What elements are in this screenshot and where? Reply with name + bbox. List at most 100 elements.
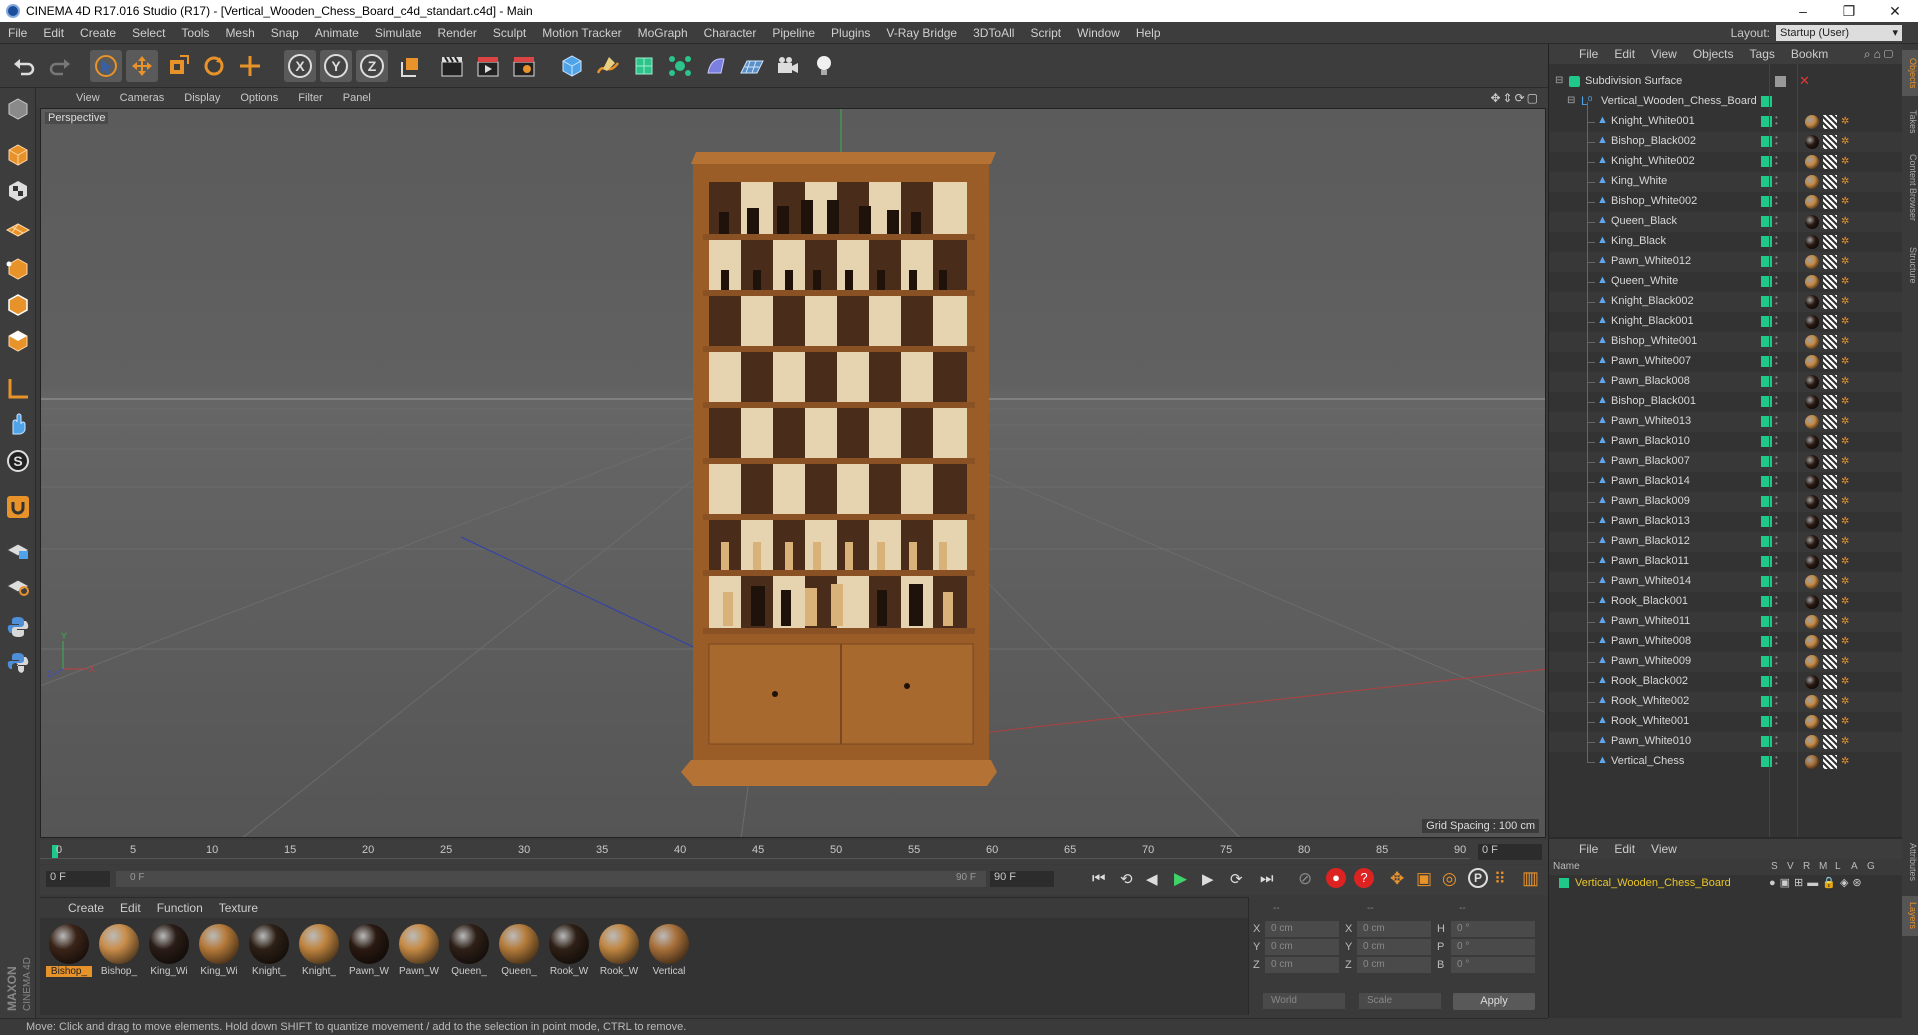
phong-tag-icon[interactable]: ✲ bbox=[1841, 316, 1853, 328]
axis-mode-button[interactable] bbox=[3, 374, 33, 404]
uv-tag-icon[interactable] bbox=[1823, 155, 1837, 169]
phong-tag-icon[interactable]: ✲ bbox=[1841, 216, 1853, 228]
object-row[interactable]: ▲ Queen_White • • ✲ bbox=[1549, 262, 1903, 292]
enabled-check-icon[interactable] bbox=[1761, 576, 1772, 587]
lock-x-axis-button[interactable]: X bbox=[284, 50, 316, 82]
enabled-check-icon[interactable] bbox=[1761, 156, 1772, 167]
menu-motion-tracker[interactable]: Motion Tracker bbox=[534, 26, 629, 40]
add-camera-button[interactable] bbox=[772, 50, 804, 82]
phong-tag-icon[interactable]: ✲ bbox=[1841, 736, 1853, 748]
add-floor-button[interactable] bbox=[736, 50, 768, 82]
enabled-check-icon[interactable] bbox=[1761, 476, 1772, 487]
object-row[interactable]: ▲ Vertical_Chess • • ✲ bbox=[1549, 742, 1903, 772]
record-button[interactable]: ● bbox=[1326, 868, 1346, 888]
menu-animate[interactable]: Animate bbox=[307, 26, 367, 40]
material-swatch[interactable]: Vertical bbox=[646, 924, 692, 977]
object-row[interactable]: ▲ Pawn_White009 • • ✲ bbox=[1549, 642, 1903, 672]
material-tag-icon[interactable] bbox=[1805, 235, 1819, 249]
tab-layers[interactable]: Layers bbox=[1902, 896, 1918, 936]
menu-select[interactable]: Select bbox=[124, 26, 173, 40]
add-nurbs-button[interactable] bbox=[628, 50, 660, 82]
enabled-check-icon[interactable] bbox=[1761, 516, 1772, 527]
material-tag-icon[interactable] bbox=[1805, 435, 1819, 449]
enabled-check-icon[interactable] bbox=[1761, 316, 1772, 327]
render-to-picture-viewer-button[interactable] bbox=[472, 50, 504, 82]
uv-tag-icon[interactable] bbox=[1823, 135, 1837, 149]
material-swatch[interactable]: Bishop_ bbox=[46, 924, 92, 977]
visibility-dots-icon[interactable]: • • bbox=[1775, 274, 1778, 288]
model-mode-button[interactable] bbox=[3, 140, 33, 170]
material-tag-icon[interactable] bbox=[1805, 315, 1819, 329]
menu-snap[interactable]: Snap bbox=[263, 26, 307, 40]
layer-color-chip[interactable] bbox=[1559, 878, 1569, 888]
add-spline-button[interactable] bbox=[592, 50, 624, 82]
disabled-x-icon[interactable]: ✕ bbox=[1799, 73, 1810, 89]
viewport-menu-filter[interactable]: Filter bbox=[288, 92, 332, 104]
uv-tag-icon[interactable] bbox=[1823, 435, 1837, 449]
menu-simulate[interactable]: Simulate bbox=[367, 26, 430, 40]
lock-z-axis-button[interactable]: Z bbox=[356, 50, 388, 82]
material-tag-icon[interactable] bbox=[1805, 675, 1819, 689]
go-to-start-button[interactable]: ⏮ bbox=[1092, 870, 1106, 887]
material-tag-icon[interactable] bbox=[1805, 295, 1819, 309]
phong-tag-icon[interactable]: ✲ bbox=[1841, 196, 1853, 208]
coordinate-mode-dropdown[interactable]: World bbox=[1263, 993, 1345, 1009]
autokey-button[interactable]: ? bbox=[1354, 868, 1374, 888]
collapse-icon[interactable]: ⊟ bbox=[1567, 95, 1575, 106]
enabled-check-icon[interactable] bbox=[1761, 656, 1772, 667]
chess-bookcase-model[interactable] bbox=[681, 144, 1001, 804]
menu-3dtoall[interactable]: 3DToAll bbox=[965, 26, 1022, 40]
menu-window[interactable]: Window bbox=[1069, 26, 1128, 40]
phong-tag-icon[interactable]: ✲ bbox=[1841, 436, 1853, 448]
phong-tag-icon[interactable]: ✲ bbox=[1841, 136, 1853, 148]
uv-tag-icon[interactable] bbox=[1823, 115, 1837, 129]
menu-script[interactable]: Script bbox=[1022, 26, 1069, 40]
material-tag-icon[interactable] bbox=[1805, 195, 1819, 209]
phong-tag-icon[interactable]: ✲ bbox=[1841, 516, 1853, 528]
visibility-dots-icon[interactable]: • • bbox=[1775, 674, 1778, 688]
material-tag-icon[interactable] bbox=[1805, 615, 1819, 629]
viewport-menu-options[interactable]: Options bbox=[230, 92, 288, 104]
visibility-dots-icon[interactable]: • • bbox=[1775, 594, 1778, 608]
object-row[interactable]: ▲ Queen_Black • • ✲ bbox=[1549, 202, 1903, 232]
object-row[interactable]: ▲ Rook_Black001 • • ✲ bbox=[1549, 582, 1903, 612]
previous-frame-button[interactable]: ◀ bbox=[1146, 870, 1158, 888]
undo-button[interactable] bbox=[8, 50, 40, 82]
menu-pipeline[interactable]: Pipeline bbox=[764, 26, 823, 40]
uv-tag-icon[interactable] bbox=[1823, 495, 1837, 509]
uv-tag-icon[interactable] bbox=[1823, 335, 1837, 349]
tab-structure[interactable]: Structure bbox=[1902, 240, 1918, 290]
uv-tag-icon[interactable] bbox=[1823, 735, 1837, 749]
object-manager-search-icon[interactable]: ⌕⌂▢ bbox=[1864, 47, 1896, 62]
phong-tag-icon[interactable]: ✲ bbox=[1841, 416, 1853, 428]
next-frame-button[interactable]: ▶ bbox=[1202, 870, 1214, 888]
material-tag-icon[interactable] bbox=[1805, 475, 1819, 489]
material-menu-texture[interactable]: Texture bbox=[211, 901, 266, 915]
visibility-dots-icon[interactable]: • • bbox=[1775, 314, 1778, 328]
phong-tag-icon[interactable]: ✲ bbox=[1841, 636, 1853, 648]
object-row[interactable]: ▲ Rook_White002 • • ✲ bbox=[1549, 682, 1903, 712]
visibility-dots-icon[interactable]: • • bbox=[1775, 174, 1778, 188]
viewport-menu-view[interactable]: View bbox=[66, 92, 110, 104]
phong-tag-icon[interactable]: ✲ bbox=[1841, 396, 1853, 408]
position-field[interactable]: 0 cm bbox=[1265, 957, 1339, 973]
object-row[interactable]: ▲ Bishop_Black001 • • ✲ bbox=[1549, 382, 1903, 412]
close-button[interactable]: ✕ bbox=[1872, 0, 1918, 22]
uv-tag-icon[interactable] bbox=[1823, 375, 1837, 389]
uv-tag-icon[interactable] bbox=[1823, 235, 1837, 249]
uv-tag-icon[interactable] bbox=[1823, 755, 1837, 769]
rotation-field[interactable]: 0 ° bbox=[1451, 939, 1535, 955]
go-to-end-button[interactable]: ⏭ bbox=[1260, 870, 1274, 887]
menu-plugins[interactable]: Plugins bbox=[823, 26, 878, 40]
menu-tools[interactable]: Tools bbox=[173, 26, 217, 40]
phong-tag-icon[interactable]: ✲ bbox=[1841, 236, 1853, 248]
uv-tag-icon[interactable] bbox=[1823, 195, 1837, 209]
visibility-dots-icon[interactable]: • • bbox=[1775, 374, 1778, 388]
enabled-check-icon[interactable] bbox=[1761, 756, 1772, 767]
make-editable-button[interactable] bbox=[3, 94, 33, 124]
key-scale-button[interactable]: ▣ bbox=[1416, 869, 1432, 889]
uv-tag-icon[interactable] bbox=[1823, 255, 1837, 269]
object-row[interactable]: ▲ Pawn_Black008 • • ✲ bbox=[1549, 362, 1903, 392]
render-view-button[interactable] bbox=[436, 50, 468, 82]
phong-tag-icon[interactable]: ✲ bbox=[1841, 276, 1853, 288]
